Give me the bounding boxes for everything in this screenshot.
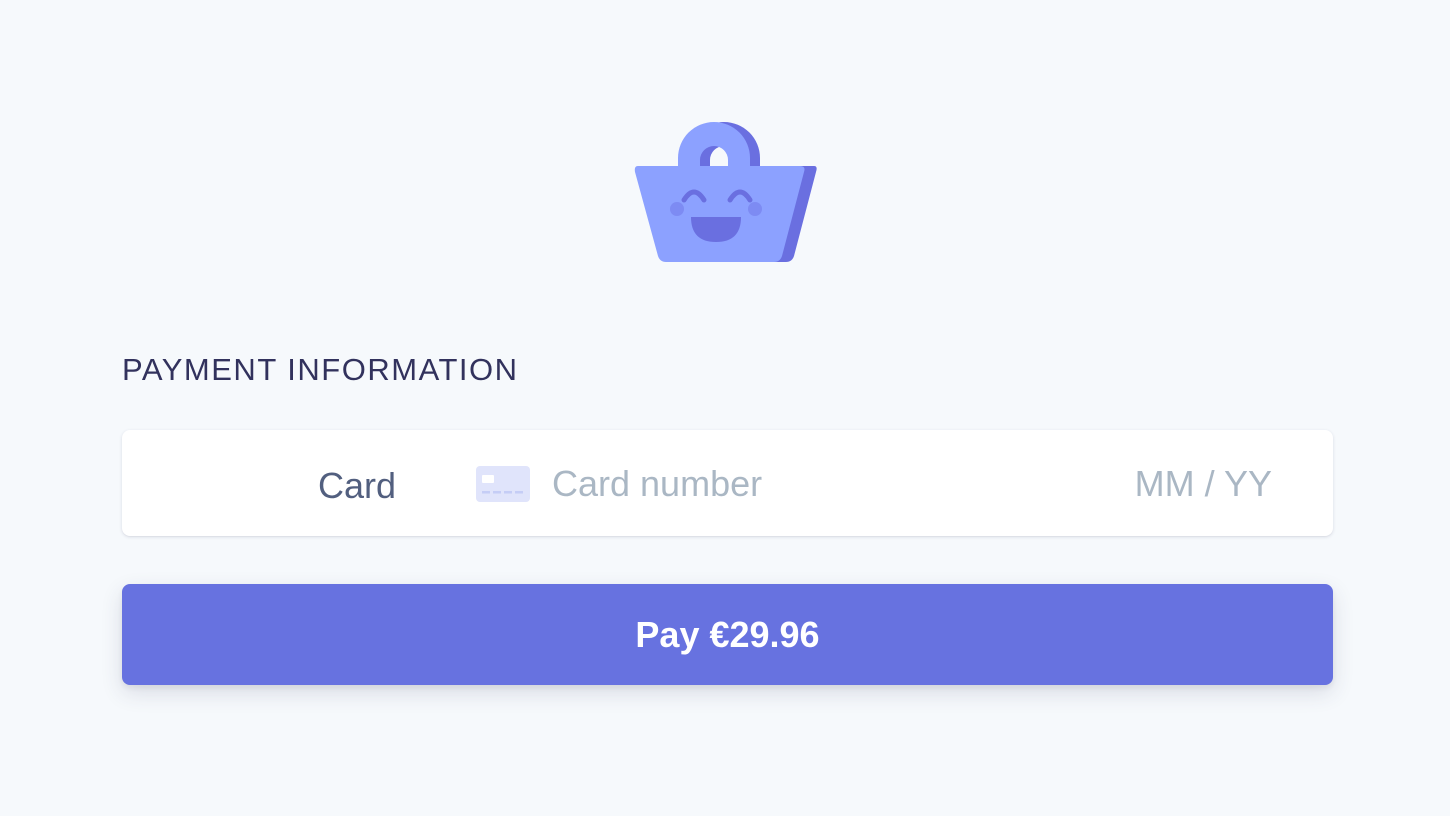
card-expiry-input[interactable] [1112, 460, 1272, 508]
basket-logo-icon [630, 120, 820, 266]
credit-card-icon [476, 466, 530, 502]
card-input-field[interactable]: Card [122, 430, 1333, 536]
payment-information-heading: PAYMENT INFORMATION [122, 352, 519, 387]
pay-button[interactable]: Pay €29.96 [122, 584, 1333, 685]
card-number-input[interactable] [552, 460, 1072, 508]
card-field-label: Card [318, 465, 397, 506]
